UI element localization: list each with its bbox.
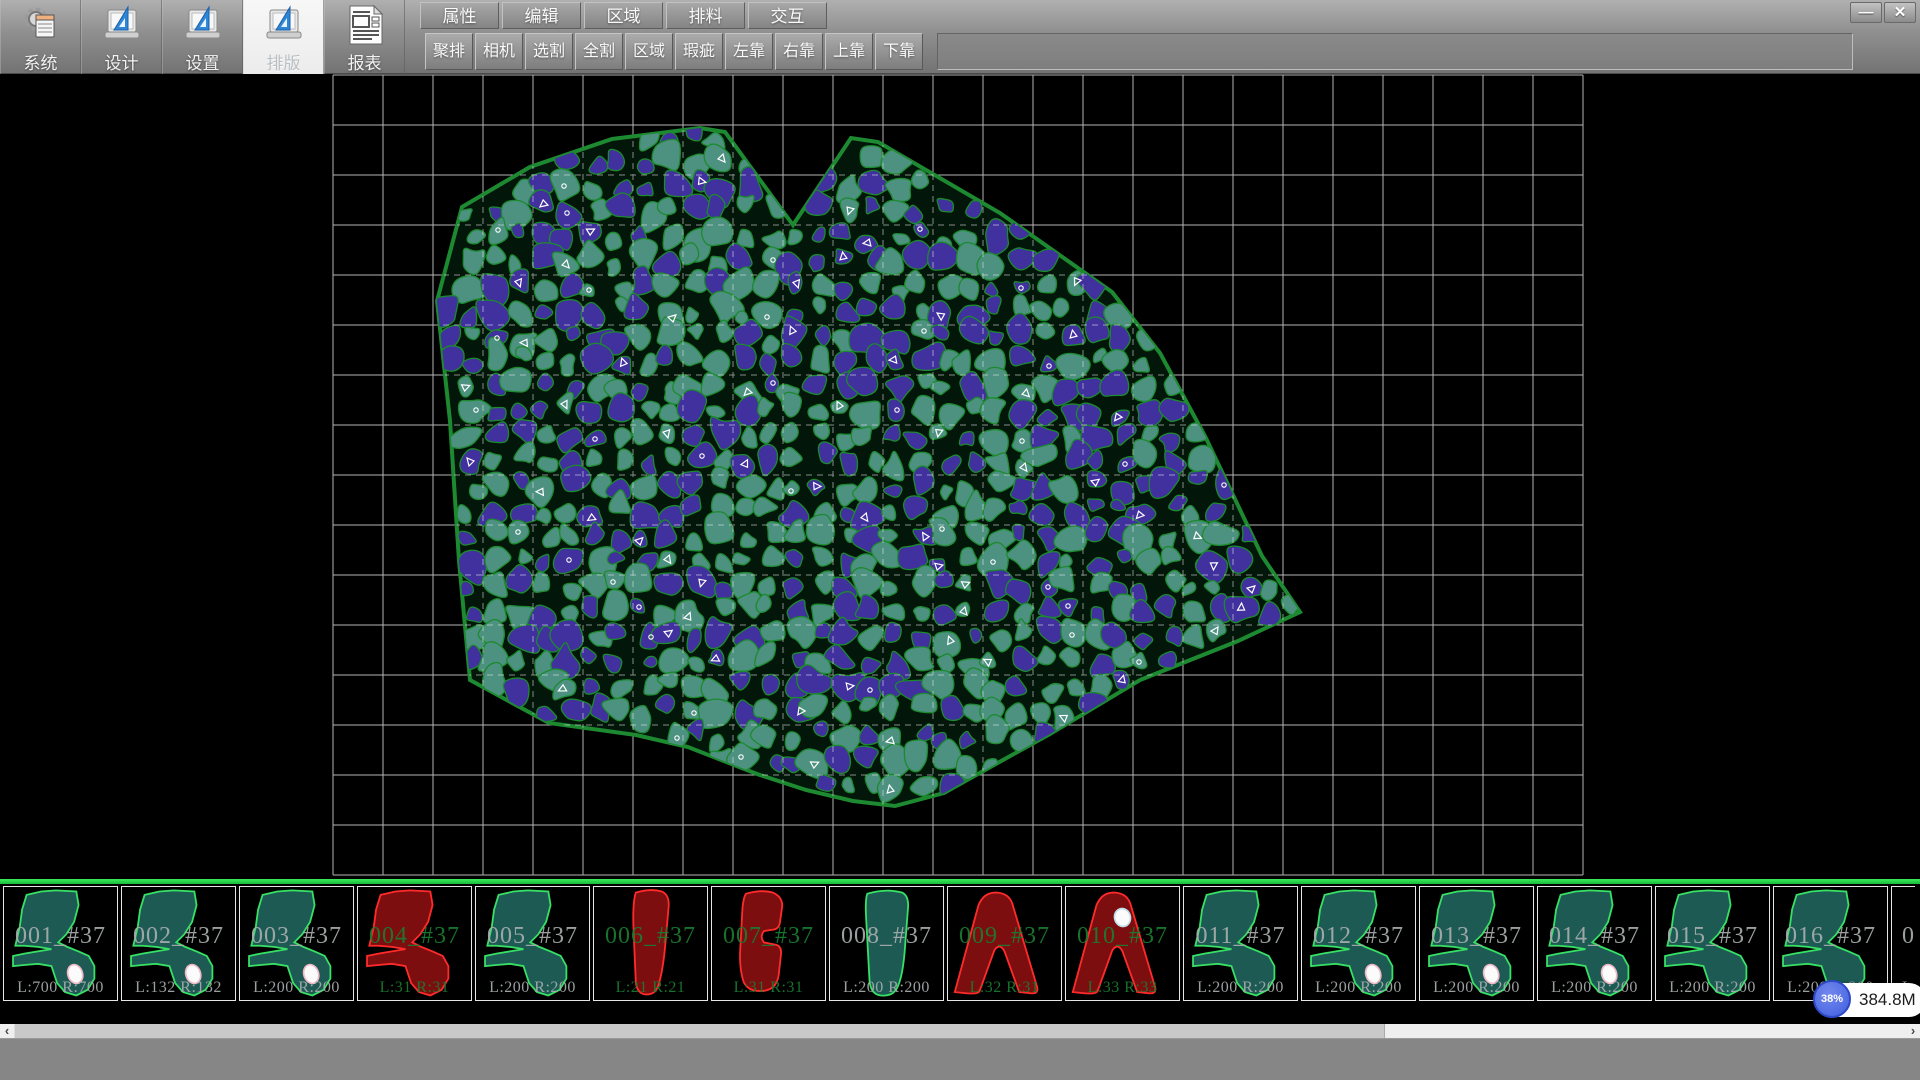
piece-thumbnail-013_#37[interactable]: 013_#37 L:200 R:200 [1419, 886, 1534, 1001]
scrollbar-thumb[interactable] [14, 1024, 1385, 1038]
piece-id: 015_#37 [1656, 923, 1769, 950]
piece-id: 007_#37 [712, 923, 825, 950]
tool-button-左靠[interactable]: 左靠 [725, 33, 773, 70]
piece-lr-count: L:200 R:200 [476, 979, 589, 997]
piece-lr-count: L:31 R:31 [712, 979, 825, 997]
piece-id: 002_#37 [122, 923, 235, 950]
scroll-left-arrow-icon[interactable]: ‹ [0, 1024, 14, 1038]
horizontal-scrollbar[interactable]: ‹ › [0, 1024, 1920, 1038]
tab-报表[interactable]: 报表 [324, 0, 405, 74]
piece-thumbnail-011_#37[interactable]: 011_#37 L:200 R:200 [1183, 886, 1298, 1001]
tab-设置[interactable]: 设置 [162, 0, 243, 74]
tab-设计[interactable]: 设计 [81, 0, 162, 74]
tool-button-聚排[interactable]: 聚排 [425, 33, 473, 70]
close-button[interactable]: ✕ [1884, 2, 1916, 23]
menu-item-交互[interactable]: 交互 [748, 2, 827, 29]
tab-label: 排版 [267, 49, 301, 74]
tool-button-上靠[interactable]: 上靠 [825, 33, 873, 70]
mode-tab-bar: 系统 设计 设置 排版 [0, 0, 405, 74]
piece-id: 009_#37 [948, 923, 1061, 950]
piece-id: 008_#37 [830, 923, 943, 950]
piece-thumbnail-014_#37[interactable]: 014_#37 L:200 R:200 [1537, 886, 1652, 1001]
piece-lr-count: L:200 R:200 [1538, 979, 1651, 997]
piece-thumbnail-012_#37[interactable]: 012_#37 L:200 R:200 [1301, 886, 1416, 1001]
tool-button-右靠[interactable]: 右靠 [775, 33, 823, 70]
menu-item-排料[interactable]: 排料 [666, 2, 745, 29]
layout-icon [263, 4, 305, 46]
piece-thumbnail-010_#37[interactable]: 010_#37 L:33 R:33 [1065, 886, 1180, 1001]
piece-id: 014_#37 [1538, 923, 1651, 950]
toolbar-recess-panel [937, 33, 1853, 70]
leather-hide-layout [0, 74, 1920, 879]
design-icon [101, 4, 143, 46]
piece-thumbnail-009_#37[interactable]: 009_#37 L:32 R:31 [947, 886, 1062, 1001]
tool-button-bar: 聚排相机选割全割区域瑕疵左靠右靠上靠下靠 [425, 33, 923, 70]
piece-id: 003_#37 [240, 923, 353, 950]
menu-item-属性[interactable]: 属性 [420, 2, 499, 29]
list-sheet [36, 15, 54, 37]
piece-lr-count: L:132 R:132 [122, 979, 235, 997]
memory-badge: 38% 384.8M [1814, 983, 1920, 1017]
piece-lr-count: L:21 R:21 [594, 979, 707, 997]
piece-id: 011_#37 [1184, 923, 1297, 950]
nesting-canvas[interactable] [0, 74, 1920, 879]
tab-排版[interactable]: 排版 [243, 0, 324, 74]
scroll-right-arrow-icon[interactable]: › [1906, 1024, 1920, 1038]
piece-lr-count: L:31 R:31 [358, 979, 471, 997]
report-icon [344, 4, 386, 46]
tab-label: 设计 [105, 49, 139, 74]
piece-thumbnail-005_#37[interactable]: 005_#37 L:200 R:200 [475, 886, 590, 1001]
status-bar [0, 1038, 1920, 1080]
piece-lr-count: L:200 R:200 [1656, 979, 1769, 997]
menu-item-编辑[interactable]: 编辑 [502, 2, 581, 29]
menu-bar: 属性编辑区域排料交互 [420, 2, 827, 30]
piece-id: 005_#37 [476, 923, 589, 950]
tool-button-下靠[interactable]: 下靠 [875, 33, 923, 70]
piece-lr-count: L:32 R:31 [948, 979, 1061, 997]
piece-id: 001_#37 [4, 923, 117, 950]
piece-id: 012_#37 [1302, 923, 1415, 950]
piece-id: 016_#37 [1774, 923, 1887, 950]
toolbar: 系统 设计 设置 排版 [0, 0, 1920, 74]
piece-lr-count: L:33 R:33 [1066, 979, 1179, 997]
piece-lr-count: L:200 R:200 [240, 979, 353, 997]
minimize-button[interactable]: — [1850, 2, 1882, 23]
piece-lr-count: L:200 R:200 [1302, 979, 1415, 997]
piece-id: 006_#37 [594, 923, 707, 950]
tab-label: 设置 [186, 49, 220, 74]
piece-thumbnail-006_#37[interactable]: 006_#37 L:21 R:21 [593, 886, 708, 1001]
memory-percent: 38% [1813, 980, 1851, 1018]
piece-lr-count: L:700 R:700 [4, 979, 117, 997]
tool-button-相机[interactable]: 相机 [475, 33, 523, 70]
piece-lr-count: L:200 R:200 [1420, 979, 1533, 997]
settings-icon [182, 4, 224, 46]
piece-thumbnail-008_#37[interactable]: 008_#37 L:200 R:200 [829, 886, 944, 1001]
tool-button-区域[interactable]: 区域 [625, 33, 673, 70]
piece-thumbnail-003_#37[interactable]: 003_#37 L:200 R:200 [239, 886, 354, 1001]
tab-label: 报表 [348, 49, 382, 74]
piece-thumbnail-007_#37[interactable]: 007_#37 L:31 R:31 [711, 886, 826, 1001]
piece-id: 013_#37 [1420, 923, 1533, 950]
menu-item-区域[interactable]: 区域 [584, 2, 663, 29]
tool-button-选割[interactable]: 选割 [525, 33, 573, 70]
piece-id: 010_#37 [1066, 923, 1179, 950]
piece-thumbnail-001_#37[interactable]: 001_#37 L:700 R:700 [3, 886, 118, 1001]
system-icon [20, 4, 62, 46]
piece-id: 004_#37 [358, 923, 471, 950]
piece-thumbnail-strip: 001_#37 L:700 R:700 002_#37 L:132 R:132 … [0, 884, 1920, 1024]
memory-value: 384.8M [1859, 990, 1916, 1010]
piece-thumbnail-015_#37[interactable]: 015_#37 L:200 R:200 [1655, 886, 1770, 1001]
tab-系统[interactable]: 系统 [0, 0, 81, 74]
piece-lr-count: L:200 R:200 [830, 979, 943, 997]
piece-thumbnail-004_#37[interactable]: 004_#37 L:31 R:31 [357, 886, 472, 1001]
piece-thumbnail-002_#37[interactable]: 002_#37 L:132 R:132 [121, 886, 236, 1001]
tool-button-全割[interactable]: 全割 [575, 33, 623, 70]
piece-lr-count: L:200 R:200 [1184, 979, 1297, 997]
piece-id: 0 [1892, 923, 1915, 950]
tab-label: 系统 [24, 49, 58, 74]
tool-button-瑕疵[interactable]: 瑕疵 [675, 33, 723, 70]
window-controls: — ✕ [1850, 2, 1916, 23]
